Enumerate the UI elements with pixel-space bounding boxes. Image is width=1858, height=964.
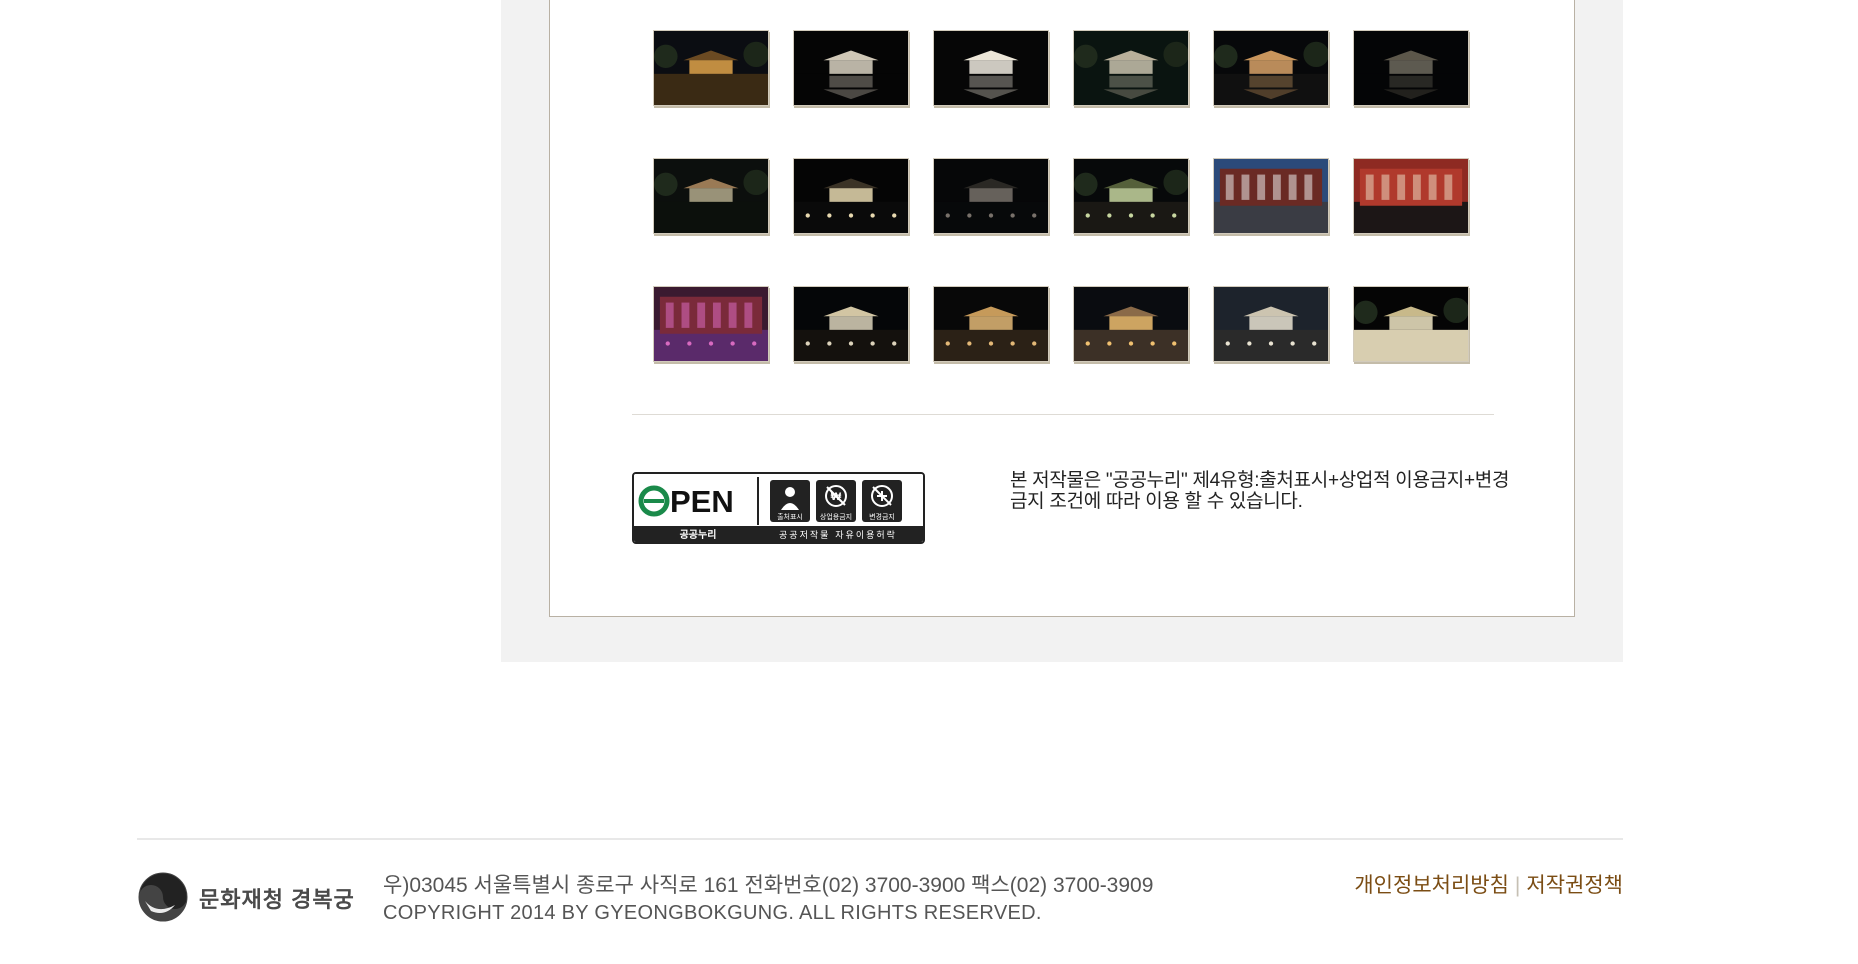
privacy-policy-link[interactable]: 개인정보처리방침 (1354, 874, 1509, 897)
thumbnail-image (794, 31, 908, 105)
thumbnail-image (654, 287, 768, 361)
footer-link-separator: | (1514, 874, 1521, 897)
gallery-thumbnail[interactable] (653, 286, 769, 362)
kogl-license-badge[interactable]: PEN 출처표시 ₩ 상업용금지 변경금지 공공누리 공공저작물 자유이용허락 (632, 472, 925, 544)
gallery-thumbnail[interactable] (1073, 286, 1189, 362)
photo-gallery-grid (653, 30, 1473, 370)
gallery-thumbnail[interactable] (1213, 158, 1329, 234)
thumbnail-image (794, 287, 908, 361)
thumbnail-image (654, 31, 768, 105)
footer-logo[interactable]: 문화재청 경복궁 (137, 871, 357, 923)
taegeuk-emblem-icon (138, 872, 188, 922)
gallery-thumbnail[interactable] (653, 158, 769, 234)
thumbnail-image (934, 287, 1048, 361)
gallery-thumbnail[interactable] (793, 158, 909, 234)
footer-address: 우)03045 서울특별시 종로구 사직로 161 전화번호(02) 3700-… (383, 874, 1154, 897)
thumbnail-image (1074, 159, 1188, 233)
thumbnail-image (1214, 287, 1328, 361)
gallery-thumbnail[interactable] (1353, 286, 1469, 362)
svg-text:상업용금지: 상업용금지 (820, 512, 852, 521)
thumbnail-image (1214, 31, 1328, 105)
gallery-thumbnail[interactable] (793, 286, 909, 362)
gallery-thumbnail[interactable] (1073, 158, 1189, 234)
kogl-badge-graphic: PEN 출처표시 ₩ 상업용금지 변경금지 공공누리 공공저작물 자유이용허락 (634, 474, 923, 542)
thumbnail-image (934, 159, 1048, 233)
svg-text:출처표시: 출처표시 (777, 512, 803, 521)
thumbnail-image (1354, 31, 1468, 105)
gallery-thumbnail[interactable] (933, 158, 1049, 234)
license-notice-text: 본 저작물은 "공공누리" 제4유형:출처표시+상업적 이용금지+변경금지 조건… (1010, 470, 1510, 512)
gallery-thumbnail[interactable] (1213, 30, 1329, 106)
person-icon: 출처표시 (770, 480, 810, 522)
no-derivatives-icon: 변경금지 (862, 480, 902, 522)
gallery-thumbnail[interactable] (793, 30, 909, 106)
thumbnail-image (1354, 287, 1468, 361)
gallery-thumbnail[interactable] (933, 30, 1049, 106)
thumbnail-image (1074, 287, 1188, 361)
section-divider (632, 414, 1494, 415)
svg-text:공공누리: 공공누리 (680, 528, 717, 541)
thumbnail-image (934, 31, 1048, 105)
svg-text:변경금지: 변경금지 (869, 512, 895, 521)
footer-copyright: COPYRIGHT 2014 BY GYEONGBOKGUNG. ALL RIG… (383, 902, 1042, 924)
thumbnail-image (654, 159, 768, 233)
gallery-thumbnail[interactable] (1213, 286, 1329, 362)
no-commercial-icon: ₩ 상업용금지 (816, 480, 856, 522)
thumbnail-image (1214, 159, 1328, 233)
gallery-thumbnail[interactable] (1353, 158, 1469, 234)
footer-logo-text: 문화재청 경복궁 (199, 887, 355, 912)
copyright-policy-link[interactable]: 저작권정책 (1526, 874, 1623, 897)
footer-links: 개인정보처리방침 | 저작권정책 (1354, 869, 1623, 899)
thumbnail-image (794, 159, 908, 233)
svg-text:공공저작물 자유이용허락: 공공저작물 자유이용허락 (779, 529, 897, 541)
footer-divider (137, 838, 1623, 840)
gallery-thumbnail[interactable] (1073, 30, 1189, 106)
gallery-thumbnail[interactable] (933, 286, 1049, 362)
gallery-thumbnail[interactable] (653, 30, 769, 106)
thumbnail-image (1074, 31, 1188, 105)
open-label: PEN (670, 484, 734, 519)
gallery-thumbnail[interactable] (1353, 30, 1469, 106)
thumbnail-image (1354, 159, 1468, 233)
